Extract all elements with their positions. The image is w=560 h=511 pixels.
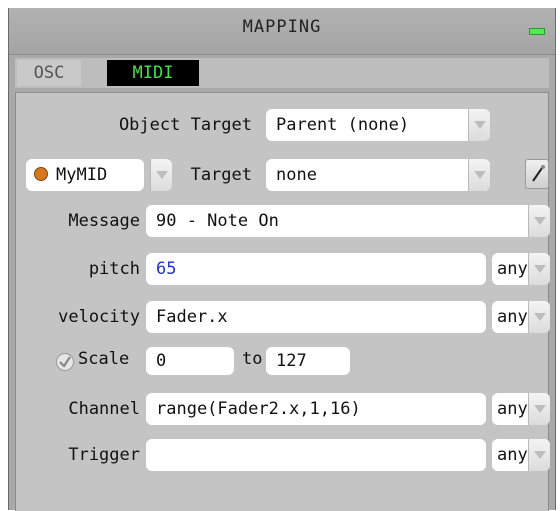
title-bar: MAPPING [9,8,555,55]
scale-checkbox[interactable] [56,353,74,371]
channel-value: range(Fader2.x,1,16) [156,399,361,419]
message-label: Message [68,211,140,231]
pitch-value: 65 [156,259,177,279]
chevron-down-icon[interactable] [468,159,490,191]
scale-from-value: 0 [156,351,167,371]
velocity-label: velocity [58,307,140,327]
object-target-select[interactable]: Parent (none) [266,109,490,141]
message-value: 90 - Note On [156,211,279,231]
scale-label: Scale [78,349,130,369]
panel-title: MAPPING [242,17,322,37]
chevron-down-icon[interactable] [468,109,490,141]
wand-picker-icon[interactable] [525,159,549,189]
scale-from-input[interactable]: 0 [146,347,234,375]
trigger-mode-select[interactable]: any [492,439,550,471]
checkmark-icon [59,356,71,368]
pitch-label: pitch [88,259,140,279]
chevron-down-icon[interactable] [528,393,550,425]
channel-mode-value: any [497,399,528,419]
midi-mapping-form: Object Target Parent (none) MyMID Target… [15,92,550,511]
scale-to-value: 127 [276,351,307,371]
channel-mode-select[interactable]: any [492,393,550,425]
object-target-label: Object Target [118,115,252,135]
chevron-down-icon[interactable] [528,205,550,237]
trigger-mode-value: any [497,445,528,465]
chevron-down-icon[interactable] [528,439,550,471]
pitch-mode-value: any [497,259,528,279]
channel-input[interactable]: range(Fader2.x,1,16) [146,393,486,425]
velocity-mode-value: any [497,307,528,327]
pitch-mode-select[interactable]: any [492,253,550,285]
chevron-down-icon[interactable] [528,253,550,285]
object-target-value: Parent (none) [276,115,410,135]
target-label: Target [190,165,252,185]
scale-to-label: to [242,349,263,369]
chevron-down-icon[interactable] [150,159,172,191]
scale-to-input[interactable]: 127 [266,347,350,375]
minimize-button[interactable] [529,28,545,35]
velocity-value: Fader.x [156,307,228,327]
midi-device-select[interactable]: MyMID [26,159,144,191]
target-value: none [276,165,317,185]
status-dot-icon [34,167,48,181]
channel-label: Channel [68,399,140,419]
velocity-mode-select[interactable]: any [492,301,550,333]
midi-device-value: MyMID [56,165,108,185]
mapping-panel: MAPPING OSC MIDI Object Target Parent (n… [8,8,556,511]
target-select[interactable]: none [266,159,490,191]
chevron-down-icon[interactable] [528,301,550,333]
pitch-input[interactable]: 65 [146,253,486,285]
velocity-input[interactable]: Fader.x [146,301,486,333]
tab-midi[interactable]: MIDI [107,60,199,86]
tab-bar: OSC MIDI [15,58,549,88]
trigger-label: Trigger [68,445,140,465]
tab-osc[interactable]: OSC [17,60,81,86]
trigger-input[interactable] [146,439,486,471]
message-select[interactable]: 90 - Note On [146,205,550,237]
